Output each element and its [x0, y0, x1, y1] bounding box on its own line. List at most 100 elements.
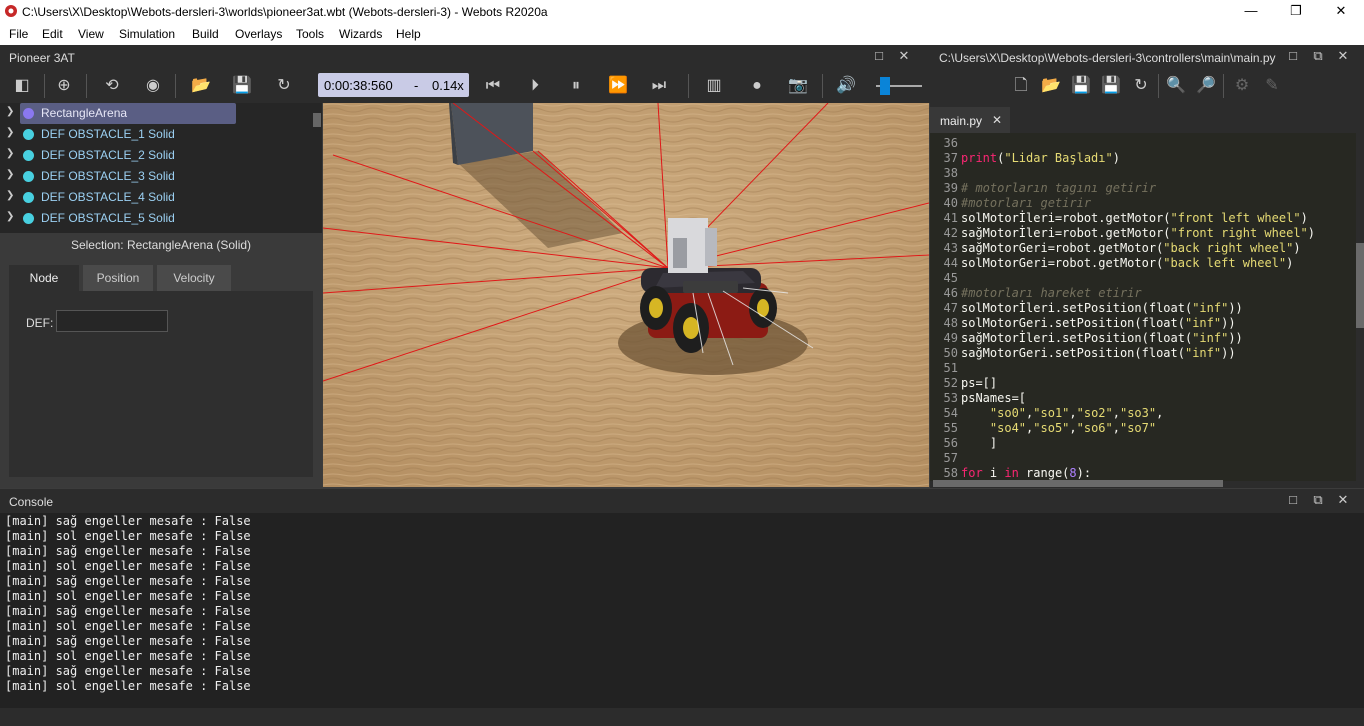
scene-tree-item[interactable]: ❯ DEF OBSTACLE_5 Solid [0, 208, 310, 229]
menu-help[interactable]: Help [396, 27, 421, 41]
console-line: [main] sol engeller mesafe : False [5, 679, 251, 693]
expand-arrow-icon[interactable]: ❯ [6, 106, 14, 117]
clean-icon[interactable]: ✎ [1262, 76, 1282, 96]
close-icon[interactable]: ✕ [1336, 49, 1350, 63]
sand-ripples [323, 103, 929, 487]
line-code: sağMotorİleri.setPosition(float("inf")) [961, 331, 1243, 345]
3d-view[interactable] [323, 103, 929, 487]
volume-slider-handle[interactable] [879, 77, 890, 95]
step-icon[interactable]: ⏵ [525, 76, 545, 96]
reload-world-icon[interactable]: ↻ [274, 76, 294, 96]
def-input[interactable] [56, 310, 168, 332]
solid-icon [23, 192, 34, 203]
line-number: 48 [943, 316, 958, 330]
replace-icon[interactable]: 🔎 [1196, 76, 1216, 96]
menu-build[interactable]: Build [192, 27, 219, 41]
simulation-time-display: 0:00:38:560 - 0.14x [318, 73, 469, 97]
run-icon[interactable]: ⏩ [608, 76, 628, 96]
eye-icon[interactable]: ◉ [143, 76, 163, 96]
menu-simulation[interactable]: Simulation [119, 27, 175, 41]
console-panel: Console □ ⧉ ✕ [main] sağ engeller mesafe… [0, 489, 1364, 726]
hide-scene-tree-icon[interactable]: ◧ [12, 76, 32, 96]
line-code: solMotorGeri=robot.getMotor("back left w… [961, 256, 1294, 270]
save-file-icon[interactable]: 💾 [1071, 76, 1091, 96]
tab-velocity[interactable]: Velocity [157, 265, 231, 291]
line-number: 36 [943, 136, 958, 150]
scene-tree-item[interactable]: ❯ DEF OBSTACLE_3 Solid [0, 166, 310, 187]
3d-scene-render[interactable] [323, 103, 929, 487]
line-number: 42 [943, 226, 958, 240]
float-icon[interactable]: □ [1286, 493, 1300, 507]
console-line: [main] sağ engeller mesafe : False [5, 634, 251, 648]
console-line: [main] sağ engeller mesafe : False [5, 514, 251, 528]
console-header: Console □ ⧉ ✕ [0, 489, 1364, 513]
close-icon[interactable]: ✕ [1336, 493, 1350, 507]
console-line: [main] sol engeller mesafe : False [5, 589, 251, 603]
video-record-icon[interactable]: ▥ [704, 76, 724, 96]
save-world-icon[interactable]: 💾 [232, 76, 252, 96]
expand-arrow-icon[interactable]: ❯ [6, 169, 14, 180]
scene-tree-item[interactable]: ❯ RectangleArena [0, 103, 310, 124]
editor-path: C:\Users\X\Desktop\Webots-dersleri-3\con… [939, 51, 1276, 65]
menu-view[interactable]: View [78, 27, 104, 41]
scene-tree-item[interactable]: ❯ DEF OBSTACLE_4 Solid [0, 187, 310, 208]
console-output[interactable]: [main] sağ engeller mesafe : False [main]… [0, 513, 1364, 708]
new-file-icon[interactable]: 🗋 [1011, 76, 1031, 96]
open-file-icon[interactable]: 📂 [1041, 76, 1061, 96]
line-code: sağMotorGeri.setPosition(float("inf")) [961, 346, 1236, 360]
console-line: [main] sağ engeller mesafe : False [5, 604, 251, 618]
minimize-button[interactable]: — [1228, 0, 1274, 23]
scene-tree: ❯ RectangleArena ❯ DEF OBSTACLE_1 Solid … [0, 103, 322, 233]
line-number: 50 [943, 346, 958, 360]
solid-icon [23, 171, 34, 182]
expand-arrow-icon[interactable]: ❯ [6, 190, 14, 201]
scene-tree-scrollbar[interactable] [313, 113, 321, 127]
find-icon[interactable]: 🔍 [1166, 76, 1186, 96]
float-icon[interactable]: □ [872, 49, 886, 63]
code-area[interactable]: 36 37 print("Lidar Başladı") 38 39 # motorlar… [930, 133, 1356, 481]
node-icon [23, 108, 34, 119]
line-number: 47 [943, 301, 958, 315]
save-all-icon[interactable]: 💾 [1101, 76, 1121, 96]
console-line: [main] sağ engeller mesafe : False [5, 664, 251, 678]
menu-edit[interactable]: Edit [42, 27, 63, 41]
expand-arrow-icon[interactable]: ❯ [6, 127, 14, 138]
restore-viewpoint-icon[interactable]: ⟲ [102, 76, 122, 96]
fast-icon[interactable]: ⏭ [649, 76, 669, 96]
close-icon[interactable]: ✕ [897, 49, 911, 63]
scene-tree-item[interactable]: ❯ DEF OBSTACLE_1 Solid [0, 124, 310, 145]
revert-icon[interactable]: ↻ [1131, 76, 1151, 96]
add-node-icon[interactable]: ⊕ [54, 76, 74, 96]
console-line: [main] sol engeller mesafe : False [5, 649, 251, 663]
tab-position[interactable]: Position [83, 265, 153, 291]
editor-vscrollbar[interactable] [1356, 243, 1364, 328]
float-icon[interactable]: □ [1286, 49, 1300, 63]
build-icon[interactable]: ⚙ [1232, 76, 1252, 96]
restore-button[interactable]: ❐ [1273, 0, 1319, 23]
open-world-icon[interactable]: 📂 [191, 76, 211, 96]
line-number: 51 [943, 361, 958, 375]
record-icon[interactable]: ● [747, 76, 767, 96]
expand-arrow-icon[interactable]: ❯ [6, 148, 14, 159]
tab-node[interactable]: Node [9, 265, 79, 291]
close-button[interactable]: ✕ [1318, 0, 1364, 23]
menu-tools[interactable]: Tools [296, 27, 324, 41]
line-code: print("Lidar Başladı") [961, 151, 1120, 165]
line-code: ps=[] [961, 376, 998, 390]
pause-icon[interactable]: ⏸ [566, 76, 586, 96]
close-tab-icon[interactable]: ✕ [992, 113, 1002, 127]
camera-icon[interactable]: 📷 [788, 76, 808, 96]
menu-file[interactable]: File [9, 27, 28, 41]
solid-icon [23, 150, 34, 161]
menu-wizards[interactable]: Wizards [339, 27, 382, 41]
expand-arrow-icon[interactable]: ❯ [6, 211, 14, 222]
tab-main-py[interactable]: main.py ✕ [930, 107, 1010, 133]
scene-tree-item[interactable]: ❯ DEF OBSTACLE_2 Solid [0, 145, 310, 166]
undock-icon[interactable]: ⧉ [1311, 49, 1325, 63]
line-number: 58 [943, 466, 958, 480]
menu-overlays[interactable]: Overlays [235, 27, 282, 41]
reset-simulation-icon[interactable]: ⏮ [483, 76, 503, 96]
editor-hscrollbar[interactable] [933, 480, 1223, 487]
undock-icon[interactable]: ⧉ [1311, 493, 1325, 507]
volume-icon[interactable]: 🔊 [836, 76, 856, 96]
